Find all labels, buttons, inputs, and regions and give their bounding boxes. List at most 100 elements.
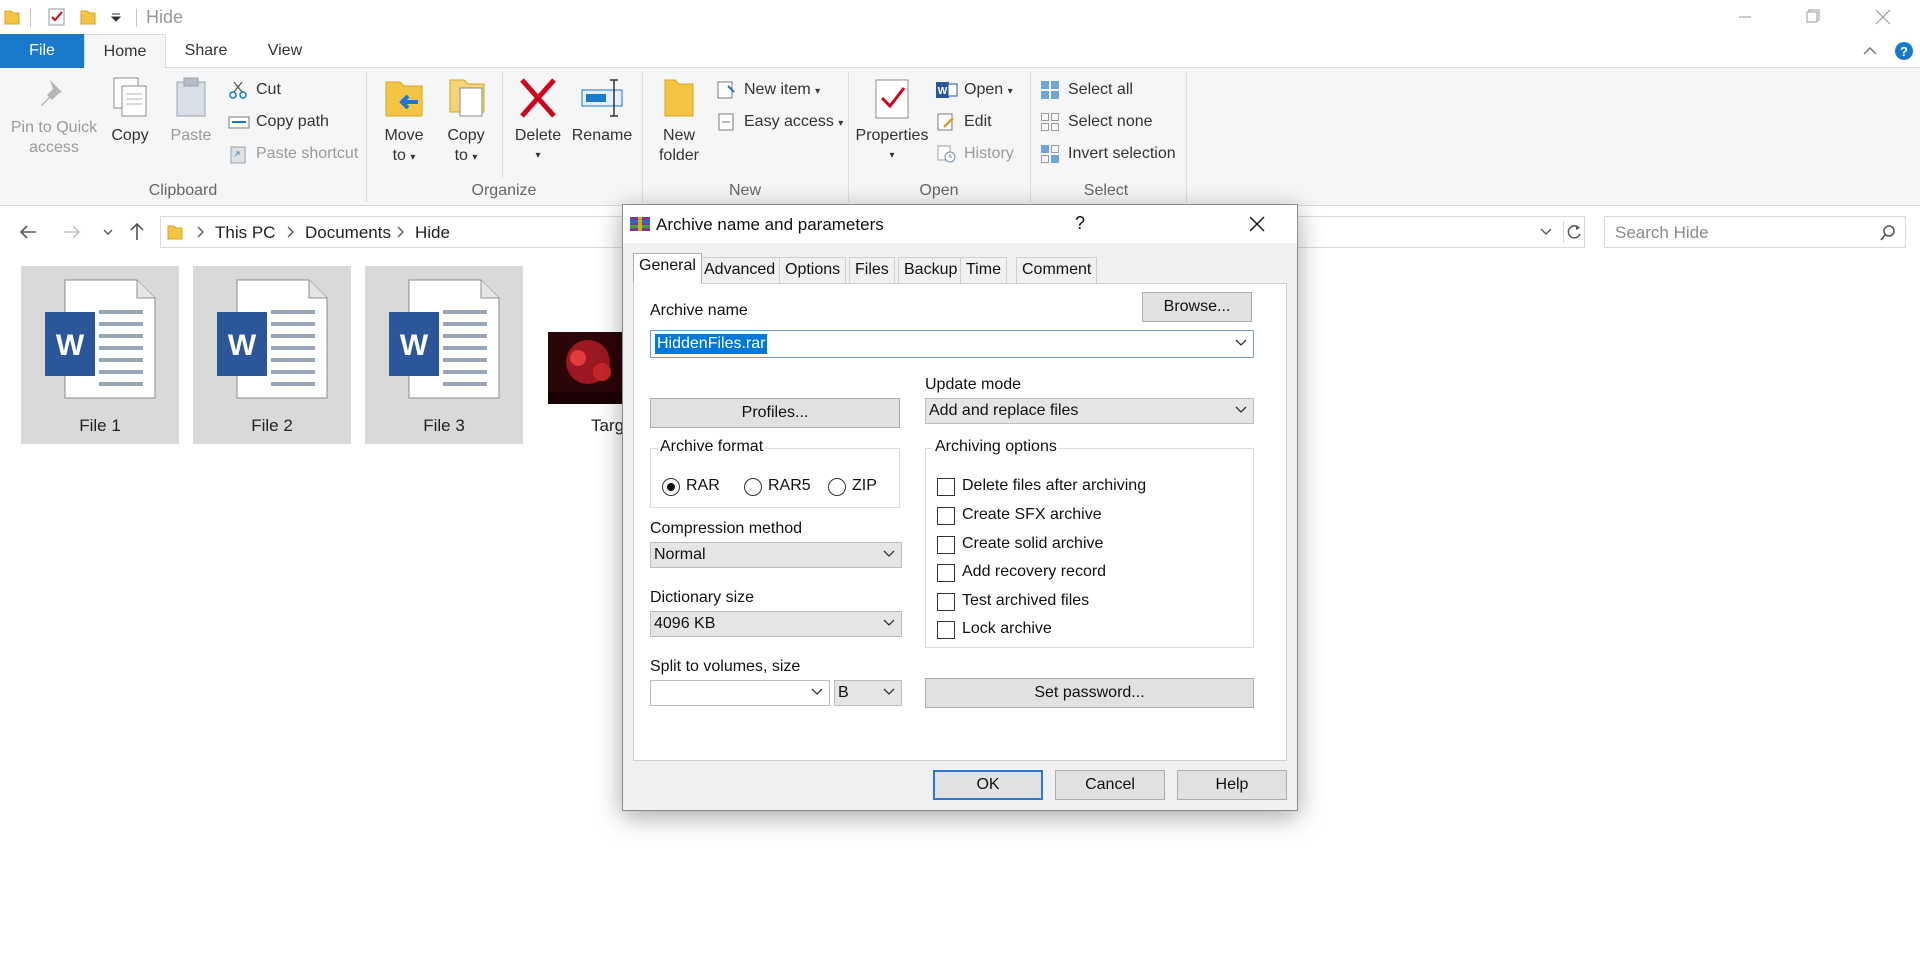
collapse-ribbon-icon[interactable]: [1862, 44, 1878, 58]
properties-button[interactable]: Properties ▾: [852, 76, 932, 166]
archive-name-input[interactable]: HiddenFiles.rar: [650, 330, 1254, 358]
new-item-button[interactable]: New item ▾: [716, 78, 820, 102]
properties-dropdown-icon[interactable]: ▾: [852, 146, 932, 166]
add-recovery-record-label: Add recovery record: [962, 563, 1107, 580]
easy-access-button[interactable]: Easy access ▾: [716, 110, 843, 134]
restore-button[interactable]: [1784, 0, 1842, 34]
add-recovery-record-checkbox[interactable]: [937, 564, 955, 582]
rename-button[interactable]: Rename: [570, 76, 634, 146]
delete-button[interactable]: Delete ▾: [510, 76, 566, 166]
customize-dropdown-icon[interactable]: [110, 12, 122, 24]
delete-after-archiving-checkbox[interactable]: [937, 478, 955, 496]
search-input[interactable]: Search Hide: [1604, 216, 1906, 248]
copy-label: Copy: [111, 127, 149, 144]
new-item-label: New item: [744, 81, 811, 98]
chevron-down-icon[interactable]: [883, 550, 895, 558]
chevron-down-icon[interactable]: [883, 688, 895, 696]
chevron-down-icon[interactable]: [883, 619, 895, 627]
new-folder-button[interactable]: New folder: [650, 76, 708, 166]
tab-view[interactable]: View: [250, 34, 320, 68]
split-volumes-input[interactable]: [650, 680, 830, 706]
chevron-right-icon[interactable]: [195, 225, 205, 239]
move-to-button[interactable]: Move to ▾: [378, 76, 430, 168]
delete-dropdown-icon[interactable]: ▾: [510, 146, 566, 166]
format-rar5-radio[interactable]: [744, 478, 762, 496]
create-sfx-checkbox[interactable]: [937, 507, 955, 525]
properties-check-icon[interactable]: [48, 8, 66, 26]
forward-arrow-icon[interactable]: [62, 223, 82, 241]
help-icon[interactable]: ?: [1894, 41, 1914, 61]
breadcrumb-hide[interactable]: Hide: [415, 223, 450, 243]
new-folder-quick-icon[interactable]: [80, 8, 96, 26]
split-unit-value: B: [838, 684, 849, 701]
select-all-button[interactable]: Select all: [1040, 78, 1133, 102]
refresh-icon[interactable]: [1563, 221, 1585, 243]
cancel-button[interactable]: Cancel: [1055, 770, 1165, 800]
browse-button[interactable]: Browse...: [1142, 292, 1252, 322]
breadcrumb-documents[interactable]: Documents: [305, 223, 391, 243]
file-item[interactable]: W File 2: [193, 266, 351, 444]
tab-general[interactable]: General: [633, 253, 702, 284]
tab-files[interactable]: Files: [849, 257, 895, 283]
update-mode-select[interactable]: Add and replace files: [925, 398, 1254, 424]
lock-archive-checkbox[interactable]: [937, 621, 955, 639]
chevron-right-icon[interactable]: [395, 225, 405, 239]
copy-to-label-2: to ▾: [454, 147, 478, 164]
invert-selection-button[interactable]: Invert selection: [1040, 142, 1176, 166]
split-unit-select[interactable]: B: [834, 680, 902, 706]
chevron-down-icon[interactable]: [1235, 339, 1247, 347]
open-button[interactable]: W Open ▾: [936, 78, 1013, 102]
word-document-icon: W: [43, 278, 157, 402]
tab-advanced[interactable]: Advanced: [698, 257, 782, 283]
up-arrow-icon[interactable]: [128, 221, 146, 241]
copy-button[interactable]: Copy: [104, 76, 156, 146]
tab-file[interactable]: File: [0, 34, 84, 68]
dictionary-size-select[interactable]: 4096 KB: [650, 611, 902, 637]
format-rar-radio[interactable]: [662, 478, 680, 496]
ok-button[interactable]: OK: [933, 770, 1043, 800]
select-none-button[interactable]: Select none: [1040, 110, 1153, 134]
paste-shortcut-button[interactable]: Paste shortcut: [228, 142, 358, 166]
help-button[interactable]: Help: [1177, 770, 1287, 800]
pin-to-quick-access-button[interactable]: Pin to Quick access: [4, 76, 104, 158]
copy-path-label: Copy path: [256, 113, 329, 130]
file-item[interactable]: Targ: [537, 266, 628, 444]
paste-button[interactable]: Paste: [166, 76, 216, 146]
svg-text:W: W: [228, 329, 257, 362]
dialog-close-icon[interactable]: [1249, 216, 1265, 232]
tab-comment[interactable]: Comment: [1016, 257, 1098, 283]
copy-path-button[interactable]: Copy path: [228, 110, 329, 134]
format-zip-radio[interactable]: [828, 478, 846, 496]
profiles-button[interactable]: Profiles...: [650, 398, 900, 428]
test-archived-files-checkbox[interactable]: [937, 593, 955, 611]
chevron-down-icon[interactable]: [811, 688, 823, 696]
cut-button[interactable]: Cut: [228, 78, 281, 102]
breadcrumb-this-pc[interactable]: This PC: [215, 223, 275, 243]
create-solid-checkbox[interactable]: [937, 536, 955, 554]
search-icon[interactable]: [1879, 224, 1897, 242]
context-help-button[interactable]: ?: [1075, 213, 1085, 234]
close-window-button[interactable]: [1854, 0, 1912, 34]
rename-label: Rename: [571, 127, 633, 144]
chevron-down-icon[interactable]: [1235, 406, 1247, 414]
lock-archive-label: Lock archive: [962, 620, 1052, 637]
chevron-right-icon[interactable]: [285, 225, 295, 239]
file-item[interactable]: W File 3: [365, 266, 523, 444]
file-item[interactable]: W File 1: [21, 266, 179, 444]
general-tab-panel: Archive name Browse... HiddenFiles.rar P…: [633, 283, 1287, 761]
copy-to-button[interactable]: Copy to ▾: [440, 76, 492, 168]
recent-locations-chevron-icon[interactable]: [102, 227, 114, 237]
edit-button[interactable]: Edit: [936, 110, 992, 134]
compression-method-select[interactable]: Normal: [650, 542, 902, 568]
tab-options[interactable]: Options: [779, 257, 847, 283]
tab-share[interactable]: Share: [172, 34, 240, 68]
tab-time[interactable]: Time: [960, 257, 1007, 283]
address-dropdown-icon[interactable]: [1539, 227, 1553, 237]
back-arrow-icon[interactable]: [18, 223, 38, 241]
move-label-1: Move: [384, 127, 424, 144]
set-password-button[interactable]: Set password...: [925, 678, 1254, 708]
tab-home[interactable]: Home: [84, 34, 166, 69]
history-button[interactable]: History: [936, 142, 1014, 166]
tab-backup[interactable]: Backup: [898, 257, 964, 283]
minimize-button[interactable]: [1716, 0, 1774, 34]
